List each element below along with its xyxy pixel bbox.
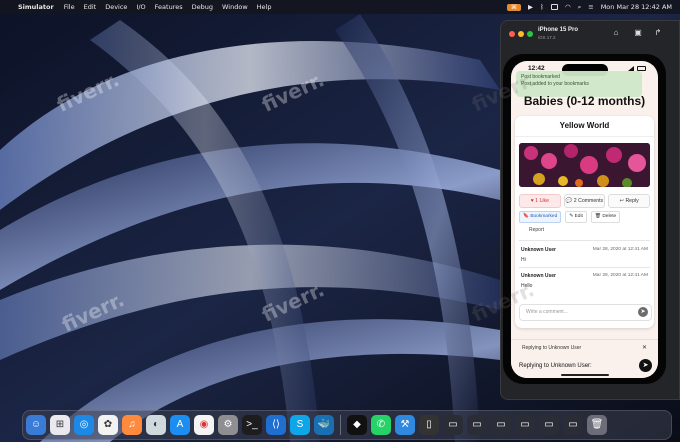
menu-app-name[interactable]: Simulator	[18, 3, 54, 11]
vscode-icon[interactable]: ⟨⟩	[266, 415, 286, 435]
report-button[interactable]: Report	[529, 227, 544, 233]
reply-label: Reply	[625, 198, 639, 204]
play-icon[interactable]: ▶	[528, 3, 533, 11]
comments-button[interactable]: 💬 2 Comments	[563, 194, 606, 208]
home-indicator	[561, 374, 609, 376]
window-thumbnail[interactable]: ▭	[515, 415, 535, 435]
edit-button[interactable]: ✎ Edit	[565, 211, 587, 223]
skype-icon[interactable]: S	[290, 415, 310, 435]
window-thumbnail[interactable]: ▭	[539, 415, 559, 435]
bookmark-label: Bookmarked	[530, 214, 558, 219]
comment-author[interactable]: Unknown User	[521, 273, 556, 279]
reply-button[interactable]: ↩ Reply	[608, 194, 651, 208]
docker-icon[interactable]: 🐳	[314, 415, 334, 435]
photos-icon[interactable]: ✿	[98, 415, 118, 435]
comment-date: Mar 28, 2020 at 12:41 AM	[592, 273, 648, 278]
dock-separator	[340, 415, 341, 435]
control-center-icon[interactable]: ≡	[588, 3, 593, 11]
post-actions-row: ♥ 1 Like 💬 2 Comments ↩ Reply	[519, 194, 651, 208]
window-thumbnail[interactable]: ▭	[491, 415, 511, 435]
menu-bar-status-area: ⌘ ▶ ᛒ ◠ ⌕ ≡ Mon Mar 28 12:42 AM	[507, 0, 672, 14]
search-icon[interactable]: ⌕	[578, 3, 582, 12]
comment-divider	[519, 267, 650, 268]
window-thumbnail[interactable]: ▭	[467, 415, 487, 435]
simulator-icon[interactable]: ▯	[419, 415, 439, 435]
rotate-icon[interactable]: ↱	[653, 28, 663, 38]
comment-author[interactable]: Unknown User	[521, 247, 556, 253]
toast-message: Post added to your bookmarks	[521, 81, 589, 87]
menu-device[interactable]: Device	[105, 3, 127, 11]
send-reply-icon[interactable]: ➤	[639, 359, 652, 372]
report-label: Report	[529, 227, 545, 233]
comment-text: Hi	[521, 257, 526, 263]
like-label: 1 Like	[535, 198, 550, 204]
menu-window[interactable]: Window	[222, 3, 248, 11]
safari-icon[interactable]: ◎	[74, 415, 94, 435]
bluetooth-icon[interactable]: ᛒ	[540, 3, 544, 11]
trash-icon[interactable]: 🗑	[587, 415, 607, 435]
menu-features[interactable]: Features	[155, 3, 183, 11]
wifi-icon[interactable]: ◠	[565, 3, 571, 11]
post-secondary-actions: 🔖 Bookmarked ✎ Edit 🗑 Delete	[519, 211, 650, 223]
battery-icon[interactable]	[550, 4, 558, 10]
delete-button[interactable]: 🗑 Delete	[590, 211, 621, 223]
toast-title: Post bookmarked	[521, 74, 560, 80]
like-button[interactable]: ♥ 1 Like	[519, 194, 561, 208]
page-title: Babies (0-12 months)	[523, 94, 646, 108]
screenshot-icon[interactable]: ▣	[633, 28, 643, 38]
dock: ☺ ⊞ ◎ ✿ ♫ ◐ A ◉ ⚙ >_ ⟨⟩ S 🐳 ◆ ✆ ⚒ ▯ ▭ ▭ …	[22, 410, 672, 440]
menu-io[interactable]: I/O	[136, 3, 145, 11]
device-os-version: iOS 17.2	[538, 35, 556, 40]
comment-placeholder: Write a comment...	[526, 309, 568, 315]
home-icon[interactable]: ⌂	[611, 28, 621, 38]
bookmark-button[interactable]: 🔖 Bookmarked	[519, 211, 562, 223]
menu-debug[interactable]: Debug	[192, 3, 213, 11]
menu-bar: Simulator File Edit Device I/O Features …	[0, 0, 680, 14]
minimize-window-button[interactable]	[518, 31, 524, 37]
comment-input[interactable]: Write a comment... ➤	[519, 304, 652, 321]
reply-sheet: Replying to Unknown User ✕ Replying to U…	[511, 339, 658, 378]
window-thumbnail[interactable]: ▭	[563, 415, 583, 435]
whatsapp-icon[interactable]: ✆	[371, 415, 391, 435]
reply-banner: Replying to Unknown User	[522, 345, 582, 351]
menu-clock[interactable]: Mon Mar 28 12:42 AM	[601, 3, 672, 11]
chrome-icon[interactable]: ◉	[194, 415, 214, 435]
post-image[interactable]	[519, 143, 650, 187]
launchpad-icon[interactable]: ⊞	[50, 415, 70, 435]
app-store-icon[interactable]: A	[170, 415, 190, 435]
post-title: Yellow World	[515, 116, 654, 137]
post-card: Yellow World ♥ 1 Like 💬 2 Comments ↩ Rep…	[515, 116, 654, 328]
close-window-button[interactable]	[509, 31, 515, 37]
preview-icon[interactable]: ◐	[146, 415, 166, 435]
unity-icon[interactable]: ◆	[347, 415, 367, 435]
device-name: iPhone 15 Pro	[538, 27, 579, 33]
comments-label: 2 Comments	[573, 198, 604, 204]
simulator-title-bar: iPhone 15 Pro iOS 17.2 ⌂ ▣ ↱	[501, 21, 680, 47]
terminal-icon[interactable]: >_	[242, 415, 262, 435]
music-icon[interactable]: ♫	[122, 415, 142, 435]
iphone-screen: 12:42 Post bookmarked Post added to your…	[511, 61, 658, 378]
comment-text: Hello	[521, 283, 533, 289]
comments-divider	[519, 240, 650, 241]
edit-label: Edit	[574, 214, 583, 219]
delete-label: Delete	[602, 214, 617, 219]
system-settings-icon[interactable]: ⚙	[218, 415, 238, 435]
zoom-window-button[interactable]	[527, 31, 533, 37]
menu-edit[interactable]: Edit	[84, 3, 97, 11]
xcode-icon[interactable]: ⚒	[395, 415, 415, 435]
window-thumbnail[interactable]: ▭	[443, 415, 463, 435]
menu-file[interactable]: File	[64, 3, 75, 11]
send-comment-icon[interactable]: ➤	[638, 307, 648, 317]
finder-icon[interactable]: ☺	[26, 415, 46, 435]
comment-date: Mar 28, 2020 at 12:41 AM	[592, 247, 648, 252]
status-app-icon[interactable]: ⌘	[507, 3, 522, 11]
reply-input[interactable]: Replying to Unknown User:	[519, 363, 592, 369]
menu-help[interactable]: Help	[257, 3, 272, 11]
close-reply-icon[interactable]: ✕	[642, 344, 647, 351]
